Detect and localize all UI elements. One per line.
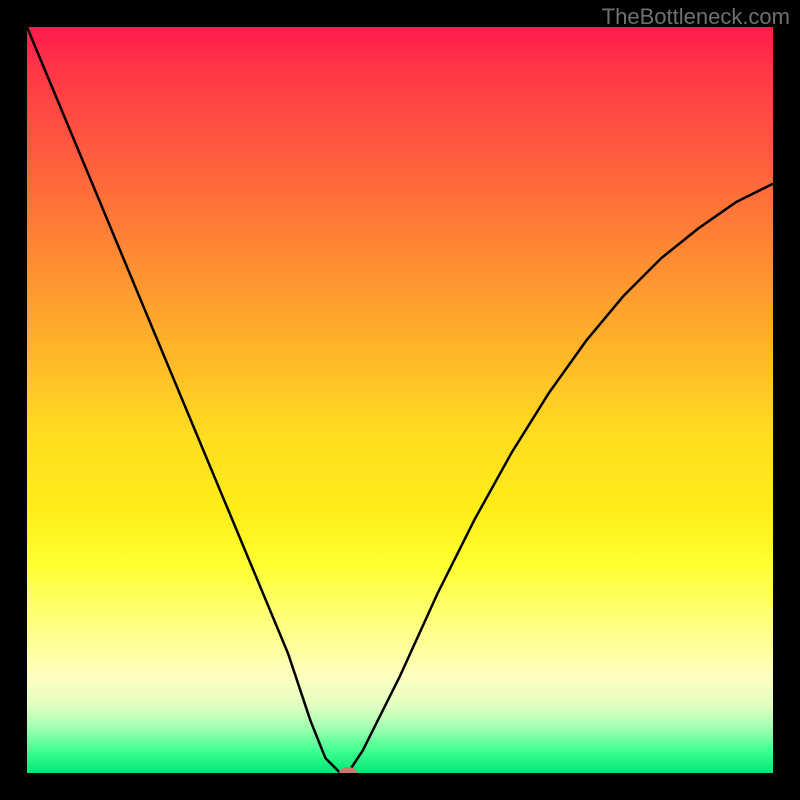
plot-area (27, 27, 773, 773)
optimal-point-marker (339, 767, 357, 773)
bottleneck-curve (27, 27, 773, 773)
watermark-text: TheBottleneck.com (602, 4, 790, 30)
